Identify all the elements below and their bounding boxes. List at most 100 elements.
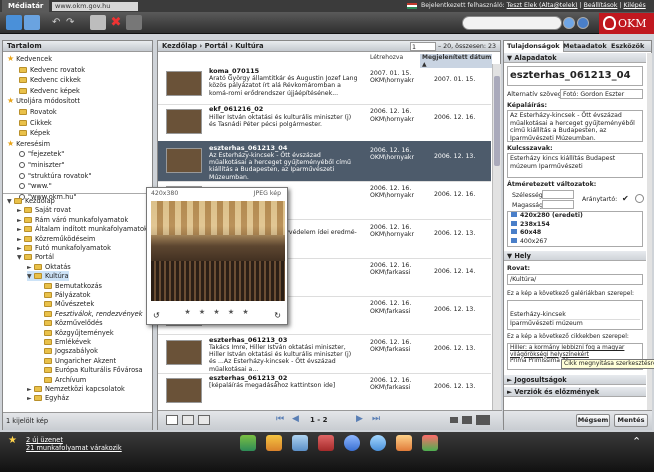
section-rights[interactable]: ► Jogosultságok — [504, 375, 646, 385]
page-input[interactable]: 1 — [409, 42, 436, 51]
tree-item[interactable]: Kedvenc rovatok — [19, 65, 85, 75]
image-row[interactable]: ekf_061216_02 Hiller István oktatási és k… — [158, 102, 491, 144]
tree-item[interactable]: Képek — [19, 128, 50, 138]
expand-arrow-icon[interactable]: ► — [27, 394, 34, 404]
ratio-checkbox[interactable]: ✔ — [622, 194, 629, 203]
delete-icon[interactable]: ✖ — [108, 15, 124, 30]
next-page-icon[interactable]: ▶ — [356, 414, 363, 424]
site-url[interactable]: www.okm.gov.hu — [52, 2, 138, 11]
edit-icon[interactable] — [266, 435, 282, 451]
tree-node[interactable]: ► Egyház — [27, 393, 69, 403]
prev-page-icon[interactable]: ◀ — [292, 414, 299, 424]
image-thumbnail[interactable] — [166, 378, 202, 404]
tree-item[interactable]: ★ Keresésim — [7, 139, 50, 149]
add-variant-icon[interactable] — [635, 194, 644, 203]
image-row[interactable]: eszterhas_061213_02 [képaláírás megadásáh… — [158, 371, 491, 413]
tree-item[interactable]: "miniszter" — [19, 160, 65, 170]
hungarian-flag-icon[interactable] — [407, 3, 417, 9]
settings-icon[interactable] — [344, 435, 360, 451]
tree-item[interactable]: Kedvenc képek — [19, 86, 80, 96]
save-icon[interactable] — [24, 15, 40, 30]
expand-arrow-icon[interactable]: ▼ — [7, 197, 14, 207]
stats-icon[interactable] — [422, 435, 438, 451]
workflows-link[interactable]: 21 munkafolyamat várakozik — [26, 444, 122, 452]
documents-icon[interactable] — [292, 435, 308, 451]
variant-item[interactable]: 238x154 — [508, 220, 642, 230]
image-thumbnail[interactable] — [166, 339, 202, 365]
grid-view-icon[interactable] — [182, 415, 194, 425]
caption-field[interactable]: Az Esterházy-kincsek - Ött évszázad műal… — [507, 110, 643, 142]
name-field[interactable]: eszterhas_061213_04 — [507, 66, 643, 86]
tab-tools[interactable]: Eszközök — [608, 41, 647, 52]
keywords-field[interactable]: Esterházy kincs kiállítás Budapest múzeu… — [507, 153, 643, 178]
tree-item[interactable]: Rovatok — [19, 107, 57, 117]
variant-item[interactable]: 400x267 — [508, 237, 642, 247]
list-view-icon[interactable] — [166, 415, 178, 425]
save-button[interactable]: Mentés — [614, 414, 648, 427]
expand-arrow-icon[interactable]: ▼ — [27, 272, 34, 282]
scrollbar[interactable] — [492, 64, 501, 410]
user-name-link[interactable]: Teszt Elek (Alta@telek) — [507, 2, 578, 9]
breadcrumb-text[interactable]: Kezdőlap › Portál › Kultúra — [162, 42, 264, 50]
redo-icon[interactable]: ↷ — [66, 15, 78, 30]
alt-field[interactable]: Fotó: Gordon Eszter — [560, 89, 643, 99]
tools-icon[interactable] — [318, 435, 334, 451]
tree-item[interactable]: Cikkek — [19, 118, 52, 128]
users-icon[interactable] — [396, 435, 412, 451]
thumb-view-icon[interactable] — [198, 415, 210, 425]
rating-stars[interactable]: ★ ★ ★ ★ ★ — [151, 308, 285, 316]
large-size-icon[interactable] — [476, 415, 490, 425]
scroll-thumb[interactable] — [494, 76, 500, 166]
tab-metadata[interactable]: Metaadatok — [560, 41, 610, 52]
collapse-icon[interactable]: ⌃ — [632, 435, 641, 448]
article-item[interactable]: Hiller: a kormány lebbizni fog a magyar … — [510, 345, 640, 358]
cancel-button[interactable]: Mégsem — [576, 414, 610, 427]
image-thumbnail[interactable] — [166, 71, 202, 96]
gallery-item[interactable]: Esterházy-kincsek — [510, 311, 640, 320]
tab-properties[interactable]: Tulajdonságok — [504, 41, 564, 52]
section-basic[interactable]: ▼ Alapadatok — [504, 53, 646, 63]
expand-arrow-icon[interactable]: ▼ — [17, 253, 24, 263]
folder-select[interactable]: /Kultúra/ — [507, 274, 643, 285]
library-icon[interactable] — [240, 435, 256, 451]
image-thumbnail[interactable] — [166, 147, 202, 173]
print-icon[interactable] — [90, 15, 106, 30]
tree-item[interactable]: "struktúra rovatok" — [19, 171, 91, 181]
variant-item[interactable]: 420x280 (eredeti) — [508, 212, 642, 221]
app-tab[interactable]: Médiatár — [2, 0, 50, 12]
undo-icon[interactable]: ↶ — [52, 15, 64, 30]
section-versions[interactable]: ► Verziók és előzmények — [504, 387, 646, 397]
star-icon[interactable]: ★ — [8, 435, 17, 446]
move-icon[interactable] — [126, 15, 142, 30]
tree-item[interactable]: "www." — [19, 181, 52, 191]
medium-size-icon[interactable] — [462, 416, 472, 424]
tree-item[interactable]: ★ Utoljára módosított — [7, 96, 80, 106]
new-messages-link[interactable]: 2 új üzenet — [26, 436, 63, 444]
logout-link[interactable]: Kilépés — [623, 2, 645, 9]
image-row[interactable]: eszterhas_061213_03 Takács Imre, Hiller I… — [158, 333, 491, 374]
variant-item[interactable]: 60x48 — [508, 229, 642, 238]
preview-image[interactable] — [151, 201, 285, 301]
settings-link[interactable]: Beállítások — [584, 2, 618, 9]
image-row[interactable]: koma_070115 Arató György államtitkár és A… — [158, 64, 491, 105]
search-dock-icon[interactable] — [370, 435, 386, 451]
search-icon[interactable] — [563, 17, 575, 29]
height-input[interactable] — [542, 200, 574, 209]
section-place[interactable]: ▼ Hely — [504, 251, 646, 261]
properties-scrollbar[interactable] — [647, 53, 652, 411]
image-row[interactable]: eszterhas_061213_04 Az Esterházy-kincsek … — [158, 140, 491, 182]
new-image-icon[interactable] — [6, 15, 22, 30]
tree-item[interactable]: "fejezetek" — [19, 149, 64, 159]
image-thumbnail[interactable] — [166, 109, 202, 135]
first-page-icon[interactable]: ⏮ — [276, 414, 284, 424]
search-input[interactable] — [462, 16, 562, 30]
gallery-item[interactable]: Iparművészeti múzeum — [510, 320, 640, 328]
last-page-icon[interactable]: ⏭ — [372, 414, 380, 424]
tree-item[interactable]: ★ Kedvencek — [7, 54, 52, 64]
col-created[interactable]: Létrehozva — [370, 54, 403, 61]
width-input[interactable] — [542, 190, 574, 199]
help-icon[interactable] — [577, 17, 589, 29]
rotate-right-icon[interactable]: ↻ — [274, 311, 281, 320]
small-size-icon[interactable] — [450, 417, 458, 423]
tree-item[interactable]: Kedvenc cikkek — [19, 75, 81, 85]
